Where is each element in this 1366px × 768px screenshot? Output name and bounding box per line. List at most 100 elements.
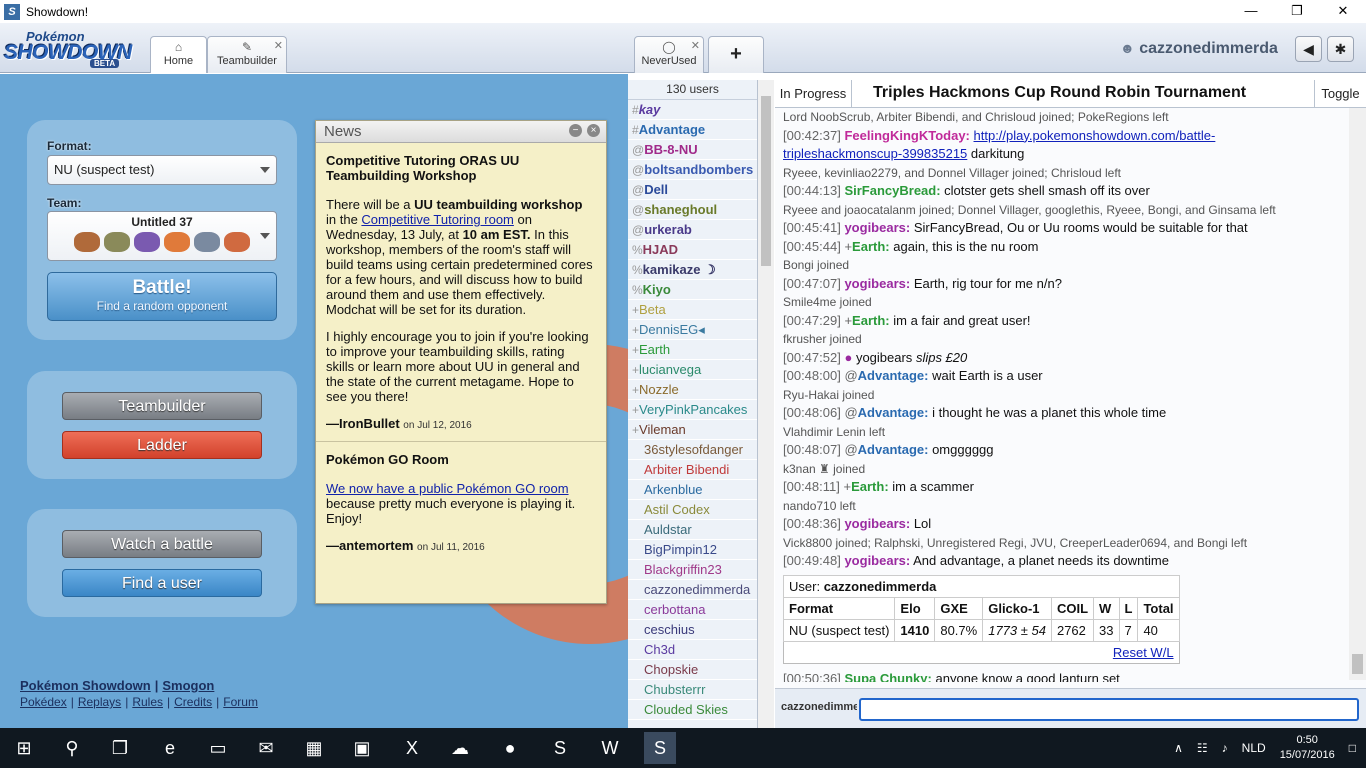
tab-home[interactable]: ⌂ Home [150, 36, 207, 73]
user-list-item[interactable]: Clouded Skies [628, 700, 757, 720]
volume-icon[interactable]: ♪ [1222, 741, 1228, 755]
user-list-item[interactable]: BigPimpin12 [628, 540, 757, 560]
user-list-item[interactable]: @boltsandbombers [628, 160, 757, 180]
find-user-button[interactable]: Find a user [62, 569, 262, 597]
userlist-scrollbar[interactable] [758, 80, 774, 728]
link-credits[interactable]: Credits [174, 695, 212, 709]
chat-scrollbar[interactable] [1349, 108, 1366, 680]
word-icon[interactable]: W [594, 732, 626, 764]
chat-username[interactable]: yogibears: [844, 516, 910, 531]
store-icon[interactable]: ▦ [298, 732, 330, 764]
chat-username[interactable]: Advantage: [858, 405, 929, 420]
battle-link[interactable]: tripleshackmonscup-399835215 [783, 146, 967, 161]
link-replays[interactable]: Replays [78, 695, 121, 709]
link-pokedex[interactable]: Pokédex [20, 695, 67, 709]
user-list-item[interactable]: +DennisEG◂ [628, 320, 757, 340]
start-icon[interactable]: ⊞ [8, 732, 40, 764]
user-list-item[interactable]: @urkerab [628, 220, 757, 240]
battle-button[interactable]: Battle! Find a random opponent [47, 272, 277, 321]
user-list-item[interactable]: cerbottana [628, 600, 757, 620]
user-list-item[interactable]: @Dell [628, 180, 757, 200]
tab-teambuilder[interactable]: ✎ Teambuilder ✕ [207, 36, 287, 73]
restore-button[interactable]: ❐ [1274, 0, 1320, 23]
user-list-item[interactable]: +Nozzle [628, 380, 757, 400]
explorer-icon[interactable]: ▭ [202, 732, 234, 764]
user-list-item[interactable]: %HJAD [628, 240, 757, 260]
user-list-item[interactable]: +Beta [628, 300, 757, 320]
user-list-item[interactable]: @BB-8-NU [628, 140, 757, 160]
app-icon[interactable]: ▣ [346, 732, 378, 764]
link-rules[interactable]: Rules [132, 695, 163, 709]
link-smogon[interactable]: Smogon [162, 678, 214, 693]
skype-icon[interactable]: S [544, 732, 576, 764]
edge-icon[interactable]: e [154, 732, 186, 764]
close-tab-icon[interactable]: ✕ [691, 39, 700, 52]
task-view-icon[interactable]: ❐ [104, 732, 136, 764]
user-list-item[interactable]: Blackgriffin23 [628, 560, 757, 580]
link-pokemon-showdown[interactable]: Pokémon Showdown [20, 678, 151, 693]
chat-username[interactable]: Earth: [852, 239, 890, 254]
chat-username[interactable]: Advantage: [858, 442, 929, 457]
user-list-item[interactable]: +Earth [628, 340, 757, 360]
chat-username[interactable]: SirFancyBread: [844, 183, 940, 198]
search-icon[interactable]: ⚲ [56, 732, 88, 764]
ladder-button[interactable]: Ladder [62, 431, 262, 459]
team-select[interactable]: Untitled 37 [47, 211, 277, 261]
sound-button[interactable]: ◀ [1295, 36, 1322, 62]
chat-username[interactable]: Advantage: [858, 368, 929, 383]
user-list-item[interactable]: #kay [628, 100, 757, 120]
user-list-item[interactable]: %kamikaze ☽ [628, 260, 757, 280]
toggle-button[interactable]: Toggle [1314, 80, 1366, 108]
cloud-icon[interactable]: ☁ [444, 732, 476, 764]
teambuilder-button[interactable]: Teambuilder [62, 392, 262, 420]
user-list-item[interactable]: ceschius [628, 620, 757, 640]
firefox-icon[interactable]: ● [494, 732, 526, 764]
excel-icon[interactable]: X [396, 732, 428, 764]
user-list-item[interactable]: Chubsterrr [628, 680, 757, 700]
user-list-item[interactable]: %Kiyo [628, 280, 757, 300]
user-list-item[interactable]: Astil Codex [628, 500, 757, 520]
new-tab-button[interactable]: + [708, 36, 764, 73]
user-list-item[interactable]: +Vileman [628, 420, 757, 440]
chat-username[interactable]: Earth: [852, 313, 890, 328]
minimize-button[interactable]: — [1228, 0, 1274, 23]
chat-username[interactable]: Earth: [851, 479, 889, 494]
user-list-item[interactable]: +VeryPinkPancakes [628, 400, 757, 420]
close-button[interactable]: ✕ [1320, 0, 1366, 23]
chat-username[interactable]: FeelingKingKToday: [844, 128, 969, 143]
user-list-item[interactable]: 36stylesofdanger [628, 440, 757, 460]
user-list-item[interactable]: #Advantage [628, 120, 757, 140]
user-list-item[interactable]: Arbiter Bibendi [628, 460, 757, 480]
user-list-item[interactable]: +lucianvega [628, 360, 757, 380]
reset-wl-link[interactable]: Reset W/L [1113, 645, 1174, 660]
chat-username[interactable]: yogibears: [844, 553, 910, 568]
user-list-item[interactable]: Ch3d [628, 640, 757, 660]
chat-username[interactable]: yogibears: [844, 220, 910, 235]
user-count[interactable]: 130 users [628, 80, 757, 100]
user-list-item[interactable]: Chopskie [628, 660, 757, 680]
link-forum[interactable]: Forum [223, 695, 258, 709]
chat-input[interactable] [859, 698, 1359, 721]
showdown-icon[interactable]: S [644, 732, 676, 764]
close-icon[interactable]: × [587, 124, 600, 137]
format-select[interactable]: NU (suspect test) [47, 155, 277, 185]
chat-username[interactable]: yogibears: [844, 276, 910, 291]
showdown-logo[interactable]: Pokémon SHOWDOWN BETA [4, 27, 149, 69]
user-list-item[interactable]: @shaneghoul [628, 200, 757, 220]
watch-battle-button[interactable]: Watch a battle [62, 530, 262, 558]
battle-link[interactable]: http://play.pokemonshowdown.com/battle- [974, 128, 1216, 143]
tray-up-icon[interactable]: ∧ [1174, 741, 1183, 755]
tab-neverused[interactable]: ◯ NeverUsed ✕ [634, 36, 704, 73]
notifications-icon[interactable]: □ [1349, 741, 1356, 755]
settings-button[interactable]: ✱ [1327, 36, 1354, 62]
user-list-item[interactable]: cazzonedimmerda [628, 580, 757, 600]
link-pokemon-go-room[interactable]: We now have a public Pokémon GO room [326, 481, 569, 496]
minimize-icon[interactable]: − [569, 124, 582, 137]
user-list-item[interactable]: Auldstar [628, 520, 757, 540]
language-indicator[interactable]: NLD [1242, 741, 1266, 755]
clock[interactable]: 0:50 15/07/2016 [1280, 733, 1335, 763]
user-list-item[interactable]: Arkenblue [628, 480, 757, 500]
link-competitive-tutoring[interactable]: Competitive Tutoring room [361, 212, 513, 227]
username-button[interactable]: ☻ cazzonedimmerda [1120, 40, 1278, 58]
close-tab-icon[interactable]: ✕ [274, 39, 283, 52]
